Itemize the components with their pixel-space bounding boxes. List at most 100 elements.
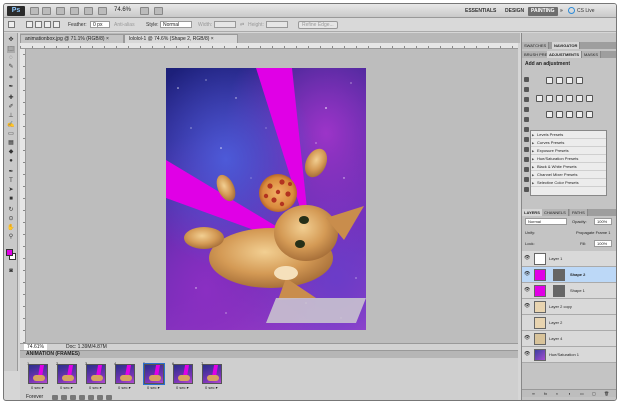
foreground-color-swatch[interactable] <box>6 249 13 256</box>
blend-mode-select[interactable]: Normal <box>525 218 567 225</box>
workspace-more-icon[interactable]: » <box>557 7 566 16</box>
play-icon[interactable] <box>70 395 76 400</box>
new-selection-icon[interactable] <box>26 21 33 28</box>
horizontal-ruler[interactable] <box>20 43 518 49</box>
close-icon[interactable]: × <box>211 36 214 42</box>
tab-layers[interactable]: LAYERS <box>522 209 543 216</box>
zoom-tool-icon[interactable] <box>98 7 107 15</box>
gradient-map-icon[interactable] <box>576 111 583 118</box>
history-brush-tool-icon[interactable]: ✍ <box>7 122 15 129</box>
tab-navigator[interactable]: NAVIGATOR <box>552 42 581 49</box>
eraser-tool-icon[interactable]: ▭ <box>7 131 15 138</box>
hue-saturation-icon[interactable] <box>546 95 553 102</box>
3d-orbit-tool-icon[interactable]: ⊙ <box>7 216 15 223</box>
tab-masks[interactable]: MASKS <box>582 51 602 58</box>
workspace-essentials[interactable]: ESSENTIALS <box>462 7 499 16</box>
eyedropper-tool-icon[interactable]: ✒ <box>7 84 15 91</box>
quick-mask-icon[interactable]: ◙ <box>7 268 15 275</box>
preset-item[interactable]: Curves Presets <box>531 139 606 147</box>
levels-icon[interactable] <box>556 77 563 84</box>
intersect-selection-icon[interactable] <box>53 21 60 28</box>
tab-channels[interactable]: CHANNELS <box>542 209 569 216</box>
pen-tool-icon[interactable]: ✒ <box>7 169 15 176</box>
eye-icon[interactable] <box>524 320 530 325</box>
screen-mode-icon[interactable] <box>154 7 163 15</box>
type-tool-icon[interactable]: T <box>7 178 15 185</box>
panel-icon[interactable] <box>524 117 529 122</box>
cs-live-button[interactable]: CS Live <box>568 7 595 14</box>
fill-input[interactable]: 100% <box>594 240 612 247</box>
workspace-painting[interactable]: PAINTING <box>528 7 558 16</box>
frame-delay[interactable]: 0 sec.▾ <box>89 385 102 390</box>
lasso-tool-icon[interactable]: ◌ <box>7 55 15 62</box>
panel-icon[interactable] <box>524 127 529 132</box>
eye-icon[interactable]: 👁 <box>524 272 530 277</box>
path-selection-tool-icon[interactable]: ➤ <box>7 187 15 194</box>
frame-delay[interactable]: 0 sec.▾ <box>147 385 160 390</box>
animation-frame-4[interactable]: 40 sec.▾ <box>113 361 137 391</box>
panel-icon[interactable] <box>524 87 529 92</box>
style-select[interactable]: Normal <box>160 21 192 28</box>
black-white-icon[interactable] <box>566 95 573 102</box>
layer-style-icon[interactable]: fx <box>544 391 547 396</box>
frame-delay[interactable]: 0 sec.▾ <box>31 385 44 390</box>
preset-item[interactable]: Exposure Presets <box>531 147 606 155</box>
brightness-icon[interactable] <box>546 77 553 84</box>
adjustment-layer-icon[interactable]: ◑ <box>568 391 570 396</box>
photo-filter-icon[interactable] <box>576 95 583 102</box>
animation-frame-6[interactable]: 60 sec.▾ <box>171 361 195 391</box>
frame-delay[interactable]: 0 sec.▾ <box>205 385 218 390</box>
preset-item[interactable]: Selective Color Presets <box>531 179 606 187</box>
layer-row[interactable]: Layer 2 <box>522 315 616 331</box>
new-group-icon[interactable]: ▭ <box>580 391 584 396</box>
frame-delay[interactable]: 0 sec.▾ <box>118 385 131 390</box>
next-frame-icon[interactable] <box>79 395 85 400</box>
3d-rotate-tool-icon[interactable]: ↻ <box>7 207 15 214</box>
preset-item[interactable]: Hue/Saturation Presets <box>531 155 606 163</box>
preset-item[interactable]: Levels Presets <box>531 131 606 139</box>
extras-icon[interactable] <box>56 7 65 15</box>
eye-icon[interactable]: 👁 <box>524 336 530 341</box>
dodge-tool-icon[interactable]: ● <box>7 158 15 165</box>
eye-icon[interactable]: 👁 <box>524 352 530 357</box>
panel-icon[interactable] <box>524 157 529 162</box>
add-selection-icon[interactable] <box>35 21 42 28</box>
panel-icon[interactable] <box>524 77 529 82</box>
document-artwork[interactable] <box>166 68 366 330</box>
marquee-tool-icon[interactable] <box>8 21 15 28</box>
arrange-documents-icon[interactable] <box>140 7 149 15</box>
move-tool-icon[interactable]: ✥ <box>7 37 15 44</box>
duplicate-frame-icon[interactable] <box>97 395 103 400</box>
panel-icon[interactable] <box>524 177 529 182</box>
quick-select-tool-icon[interactable]: ✎ <box>7 64 15 71</box>
height-input[interactable] <box>266 21 288 28</box>
vibrance-icon[interactable] <box>536 95 543 102</box>
eye-icon[interactable]: 👁 <box>524 288 530 293</box>
add-mask-icon[interactable]: ◐ <box>556 391 558 396</box>
eye-icon[interactable]: 👁 <box>524 304 530 309</box>
vertical-ruler[interactable] <box>20 49 26 343</box>
previous-frame-icon[interactable] <box>61 395 67 400</box>
opacity-input[interactable]: 100% <box>594 218 612 225</box>
preset-item[interactable]: Channel Mixer Presets <box>531 171 606 179</box>
panel-icon[interactable] <box>524 187 529 192</box>
link-layers-icon[interactable]: ∞ <box>532 391 535 396</box>
hand-tool-icon[interactable] <box>84 7 93 15</box>
invert-icon[interactable] <box>546 111 553 118</box>
first-frame-icon[interactable] <box>52 395 58 400</box>
refine-edge-button[interactable]: Refine Edge... <box>298 21 338 29</box>
shape-tool-icon[interactable]: ■ <box>7 196 15 203</box>
subtract-selection-icon[interactable] <box>44 21 51 28</box>
trash-icon[interactable]: 🗑 <box>604 391 609 396</box>
panel-icon[interactable] <box>524 107 529 112</box>
frame-delay[interactable]: 0 sec.▾ <box>176 385 189 390</box>
posterize-icon[interactable] <box>556 111 563 118</box>
close-icon[interactable]: × <box>106 36 109 42</box>
layer-row[interactable]: 👁 Shape 1 <box>522 283 616 299</box>
swap-icon[interactable]: ⇄ <box>240 22 244 28</box>
clone-stamp-tool-icon[interactable]: ⊥ <box>7 113 15 120</box>
workspace-design[interactable]: DESIGN <box>502 7 527 16</box>
frame-delay[interactable]: 0 sec.▾ <box>60 385 73 390</box>
tab-adjustments[interactable]: ADJUSTMENTS <box>547 51 583 58</box>
anti-alias-checkbox[interactable]: Anti-alias <box>114 22 135 28</box>
